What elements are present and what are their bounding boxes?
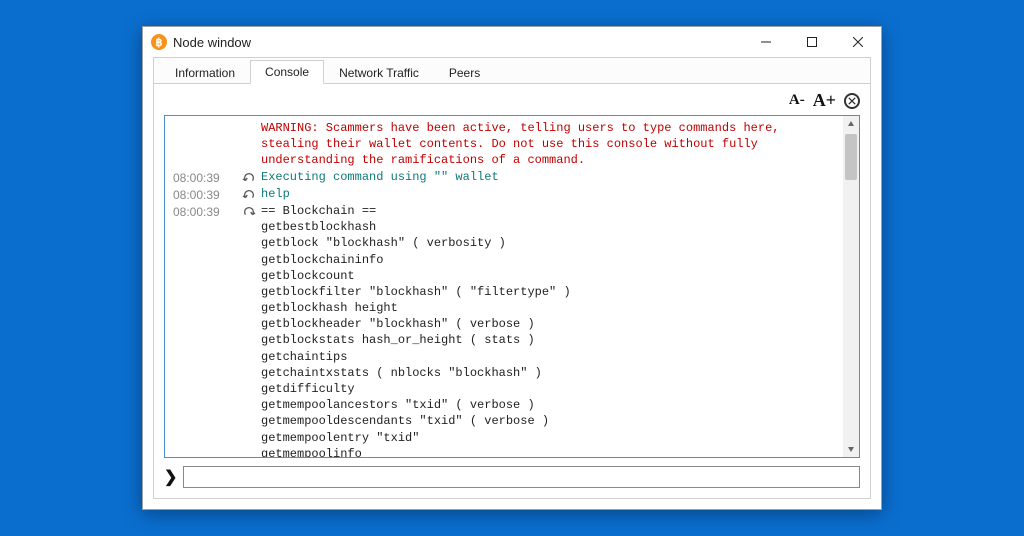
arrow-out-icon [237, 169, 261, 185]
maximize-button[interactable] [789, 27, 835, 57]
arrow-out-icon [237, 186, 261, 202]
console-row: 08:00:39 help [173, 186, 841, 203]
scroll-up-icon[interactable] [843, 116, 859, 132]
close-button[interactable] [835, 27, 881, 57]
vertical-scrollbar[interactable] [843, 116, 859, 457]
node-window: ฿ Node window Information Console Networ… [142, 26, 882, 510]
tab-bar: Information Console Network Traffic Peer… [154, 58, 870, 84]
console-row: 08:00:39 Executing command using "" wall… [173, 169, 841, 186]
console-row: 08:00:39 == Blockchain == getbestblockha… [173, 203, 841, 457]
console-warning-row: WARNING: Scammers have been active, tell… [173, 120, 841, 169]
scroll-down-icon[interactable] [843, 441, 859, 457]
console-output: WARNING: Scammers have been active, tell… [164, 115, 860, 458]
window-body: Information Console Network Traffic Peer… [153, 57, 871, 499]
console-input[interactable] [183, 466, 860, 488]
timestamp: 08:00:39 [173, 169, 237, 186]
titlebar: ฿ Node window [143, 27, 881, 57]
tab-peers[interactable]: Peers [434, 61, 495, 84]
console-message: help [261, 186, 841, 202]
console-toolbar: A- A+ [154, 84, 870, 115]
clear-console-button[interactable] [844, 93, 860, 109]
console-warning: WARNING: Scammers have been active, tell… [261, 120, 841, 169]
timestamp: 08:00:39 [173, 186, 237, 203]
minimize-button[interactable] [743, 27, 789, 57]
tab-information[interactable]: Information [160, 61, 250, 84]
console-message: Executing command using "" wallet [261, 169, 841, 185]
bitcoin-icon: ฿ [151, 34, 167, 50]
tab-network-traffic[interactable]: Network Traffic [324, 61, 434, 84]
scrollbar-thumb[interactable] [845, 134, 857, 180]
console-message: == Blockchain == getbestblockhash getblo… [261, 203, 841, 457]
console-scroll-area[interactable]: WARNING: Scammers have been active, tell… [165, 116, 859, 457]
timestamp: 08:00:39 [173, 203, 237, 220]
scrollbar-track[interactable] [843, 132, 859, 441]
prompt-icon: ❯ [164, 467, 177, 487]
arrow-in-icon [237, 203, 261, 219]
tab-console[interactable]: Console [250, 60, 324, 84]
font-decrease-button[interactable]: A- [789, 92, 805, 109]
window-title: Node window [173, 35, 251, 50]
console-input-row: ❯ [164, 466, 860, 488]
font-increase-button[interactable]: A+ [813, 90, 836, 111]
